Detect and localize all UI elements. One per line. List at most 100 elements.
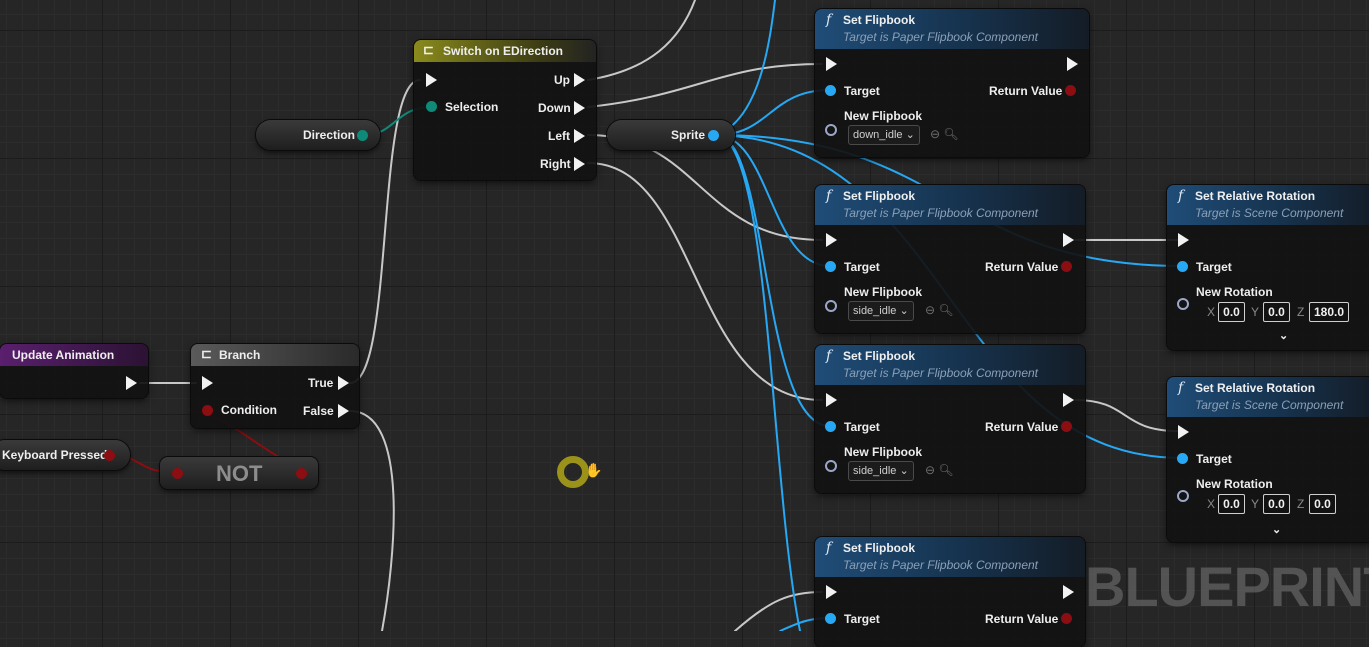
return-value-pin[interactable]: [1061, 613, 1072, 624]
set-relative-rotation-node-1[interactable]: f Set Relative Rotation Target is Scene …: [1167, 185, 1369, 350]
set-flipbook-subtitle: Target is Paper Flipbook Component: [843, 30, 1038, 44]
return-value-pin[interactable]: [1061, 261, 1072, 272]
new-flipbook-label: New Flipbook: [844, 109, 922, 123]
target-pin[interactable]: [825, 261, 836, 272]
branch-node[interactable]: ⊏ Branch True Condition False: [191, 344, 359, 428]
event-title: Update Animation: [12, 348, 115, 362]
switch-left-pin[interactable]: [574, 129, 585, 143]
set-flipbook-node-1[interactable]: f Set Flipbook Target is Paper Flipbook …: [815, 9, 1089, 157]
flipbook-dropdown-value: side_idle: [853, 465, 897, 477]
set-flipbook-subtitle: Target is Paper Flipbook Component: [843, 558, 1038, 572]
exec-in-pin[interactable]: [826, 585, 837, 599]
exec-in-pin[interactable]: [1178, 233, 1189, 247]
exec-out-pin[interactable]: [1067, 57, 1078, 71]
browse-icons[interactable]: ⊖ 🔍︎: [925, 463, 954, 477]
target-label: Target: [844, 420, 880, 434]
return-value-label: Return Value: [989, 84, 1063, 98]
not-in-pin[interactable]: [172, 468, 183, 479]
not-label: NOT: [216, 461, 263, 486]
flipbook-dropdown[interactable]: down_idle ⌄: [848, 125, 920, 145]
switch-on-edirection-node[interactable]: ⊏ Switch on EDirection Selection Up Down…: [414, 40, 596, 180]
function-icon: f: [1178, 380, 1184, 396]
function-icon: f: [826, 540, 832, 556]
keyboard-pressed-variable-node[interactable]: Keyboard Pressed: [0, 440, 130, 470]
event-exec-out-pin[interactable]: [126, 376, 137, 390]
rotation-z-input[interactable]: 180.0: [1309, 302, 1349, 322]
switch-selection-pin[interactable]: [426, 101, 437, 112]
set-flipbook-subtitle: Target is Paper Flipbook Component: [843, 206, 1038, 220]
set-rotation-subtitle: Target is Scene Component: [1195, 398, 1344, 412]
direction-out-pin[interactable]: [357, 130, 368, 141]
rotation-x-input[interactable]: 0.0: [1218, 302, 1245, 322]
rotation-z-input[interactable]: 0.0: [1309, 494, 1336, 514]
keyboard-pressed-out-pin[interactable]: [104, 450, 115, 461]
branch-false-pin[interactable]: [338, 404, 349, 418]
new-flipbook-pin[interactable]: [825, 300, 837, 312]
rotation-x-input[interactable]: 0.0: [1218, 494, 1245, 514]
new-flipbook-pin[interactable]: [825, 124, 837, 136]
set-rotation-subtitle: Target is Scene Component: [1195, 206, 1344, 220]
set-flipbook-title: Set Flipbook: [843, 541, 915, 555]
x-label: X: [1207, 497, 1216, 511]
set-flipbook-node-3[interactable]: f Set Flipbook Target is Paper Flipbook …: [815, 345, 1085, 493]
set-relative-rotation-node-2[interactable]: f Set Relative Rotation Target is Scene …: [1167, 377, 1369, 542]
set-rotation-title: Set Relative Rotation: [1195, 189, 1316, 203]
direction-variable-node[interactable]: Direction: [256, 120, 380, 150]
set-flipbook-header: f Set Flipbook Target is Paper Flipbook …: [815, 185, 1085, 225]
exec-wire-down-flipbook1: [587, 63, 823, 108]
sprite-label: Sprite: [671, 128, 706, 142]
new-rotation-pin[interactable]: [1177, 490, 1189, 502]
target-pin[interactable]: [1177, 261, 1188, 272]
return-value-label: Return Value: [985, 420, 1059, 434]
target-pin[interactable]: [825, 613, 836, 624]
exec-out-pin[interactable]: [1063, 585, 1074, 599]
exec-in-pin[interactable]: [826, 233, 837, 247]
branch-true-label: True: [308, 376, 334, 390]
target-pin[interactable]: [1177, 453, 1188, 464]
exec-in-pin[interactable]: [826, 393, 837, 407]
new-rotation-pin[interactable]: [1177, 298, 1189, 310]
object-wire-sprite-up: [715, 0, 776, 136]
rotation-y-input[interactable]: 0.0: [1263, 302, 1290, 322]
exec-wire-flipbook3-rotation2: [1074, 399, 1179, 432]
target-label: Target: [1196, 452, 1232, 466]
set-flipbook-node-2[interactable]: f Set Flipbook Target is Paper Flipbook …: [815, 185, 1085, 333]
object-wire-sprite-target2: [715, 134, 831, 267]
switch-down-label: Down: [538, 101, 571, 115]
return-value-pin[interactable]: [1065, 85, 1076, 96]
rotation-y-input[interactable]: 0.0: [1263, 494, 1290, 514]
switch-exec-in-pin[interactable]: [426, 73, 437, 87]
return-value-label: Return Value: [985, 260, 1059, 274]
sprite-variable-node[interactable]: Sprite: [607, 120, 735, 150]
branch-false-label: False: [303, 404, 334, 418]
switch-up-pin[interactable]: [574, 73, 585, 87]
branch-true-pin[interactable]: [338, 376, 349, 390]
update-animation-event-node[interactable]: Update Animation: [0, 344, 148, 398]
sprite-out-pin[interactable]: [708, 130, 719, 141]
switch-down-pin[interactable]: [574, 101, 585, 115]
exec-out-pin[interactable]: [1063, 233, 1074, 247]
target-pin[interactable]: [825, 85, 836, 96]
flipbook-dropdown[interactable]: side_idle ⌄: [848, 301, 914, 321]
blueprint-watermark: BLUEPRINT: [1085, 555, 1369, 618]
exec-out-pin[interactable]: [1063, 393, 1074, 407]
expand-chevron-icon[interactable]: ⌄: [1279, 329, 1288, 343]
flipbook-dropdown[interactable]: side_idle ⌄: [848, 461, 914, 481]
not-out-pin[interactable]: [296, 468, 307, 479]
wire-layer: [109, 0, 1183, 631]
expand-chevron-icon[interactable]: ⌄: [1272, 523, 1281, 537]
new-flipbook-pin[interactable]: [825, 460, 837, 472]
switch-right-pin[interactable]: [574, 157, 585, 171]
target-pin[interactable]: [825, 421, 836, 432]
return-value-pin[interactable]: [1061, 421, 1072, 432]
branch-exec-in-pin[interactable]: [202, 376, 213, 390]
set-rotation-title: Set Relative Rotation: [1195, 381, 1316, 395]
branch-icon: ⊏: [201, 346, 212, 361]
browse-icons[interactable]: ⊖ 🔍︎: [930, 127, 959, 141]
browse-icons[interactable]: ⊖ 🔍︎: [925, 303, 954, 317]
not-node[interactable]: NOT: [160, 457, 318, 489]
exec-in-pin[interactable]: [826, 57, 837, 71]
exec-in-pin[interactable]: [1178, 425, 1189, 439]
exec-wire-up-offscreen: [587, 0, 696, 81]
branch-condition-pin[interactable]: [202, 405, 213, 416]
